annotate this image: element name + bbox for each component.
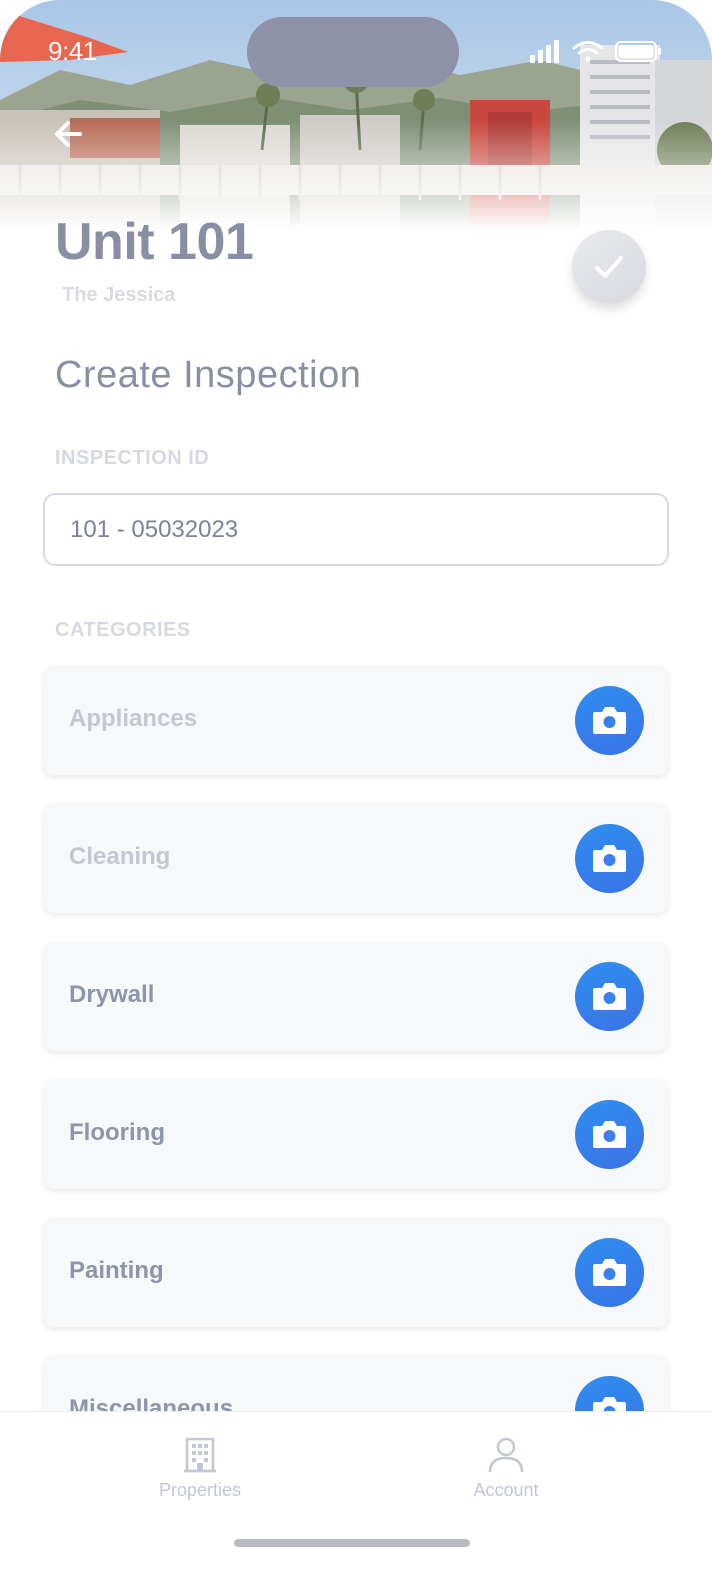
dynamic-island [247,17,459,87]
category-label: Painting [69,1257,164,1284]
status-time: 9:41 [48,36,97,66]
camera-button[interactable] [575,824,644,893]
camera-icon [593,707,626,734]
camera-icon [593,1259,626,1286]
category-card-appliances[interactable]: Appliances [43,665,669,775]
camera-button[interactable] [575,1238,644,1307]
camera-button[interactable] [575,1100,644,1169]
back-arrow-icon[interactable] [50,112,90,156]
page-title: Unit 101 [55,213,254,271]
tab-bar: Properties Account [0,1411,712,1592]
inspection-id-input[interactable] [45,495,667,564]
category-label: Appliances [69,705,198,732]
camera-button[interactable] [575,686,644,755]
wifi-icon [572,41,604,62]
category-card-drywall[interactable]: Drywall [43,941,669,1051]
category-label: Drywall [69,981,155,1008]
section-heading: Create Inspection [55,354,362,396]
category-card-cleaning[interactable]: Cleaning [43,803,669,913]
category-label: Cleaning [69,843,171,870]
inspection-id-field[interactable] [43,493,669,566]
tab-label: Properties [158,1480,242,1500]
cellular-signal-icon [530,40,559,63]
tab-account[interactable]: Account [426,1436,586,1501]
inspection-id-label: INSPECTION ID [55,447,210,469]
category-card-painting[interactable]: Painting [43,1217,669,1327]
confirm-button[interactable] [572,230,646,304]
category-label: Flooring [69,1119,165,1146]
camera-icon [593,845,626,872]
category-card-flooring[interactable]: Flooring [43,1079,669,1189]
tab-properties[interactable]: Properties [120,1436,280,1501]
building-icon [184,1437,216,1473]
camera-icon [593,983,626,1010]
categories-label: CATEGORIES [55,619,191,641]
tab-label: Account [473,1480,539,1500]
person-icon [488,1437,524,1473]
screen: 9:41 Unit 101 The Jessica Create Inspect… [0,0,712,1592]
camera-icon [593,1121,626,1148]
camera-button[interactable] [575,962,644,1031]
battery-icon [615,41,661,62]
checkmark-icon [595,256,623,278]
property-name: The Jessica [62,284,176,306]
status-icons [530,40,661,63]
home-indicator[interactable] [234,1539,470,1547]
